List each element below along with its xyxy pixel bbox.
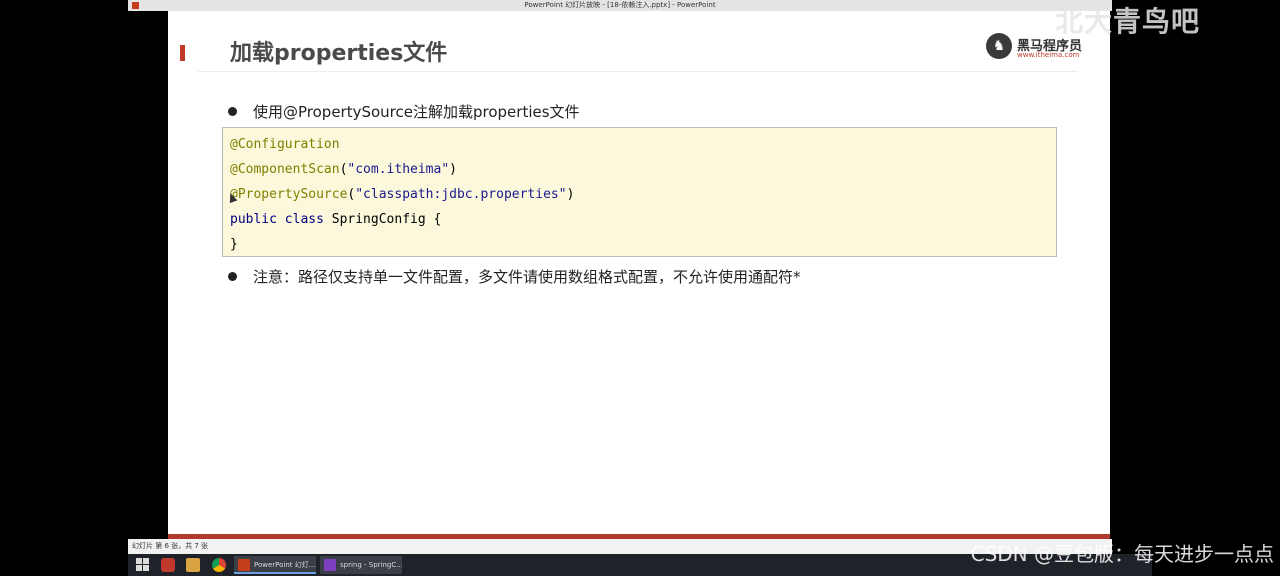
bullet-dot-icon [228, 107, 237, 116]
title-accent-bar [180, 45, 185, 61]
bullet-item: 使用@PropertySource注解加载properties文件 [228, 101, 580, 122]
bullet-text: 使用@PropertySource注解加载properties文件 [253, 103, 580, 121]
bullet-dot-icon [228, 272, 237, 281]
horse-logo-icon: ♞ [986, 33, 1012, 59]
taskbar-item-label: PowerPoint 幻灯... [254, 561, 316, 569]
code-line: public class SpringConfig { [230, 212, 441, 227]
code-line: @PropertySource("classpath:jdbc.properti… [230, 187, 574, 202]
code-text: SpringConfig { [323, 212, 442, 227]
code-paren: ) [566, 187, 575, 202]
slide-title: 加载properties文件 [230, 41, 448, 66]
app-icon[interactable] [161, 558, 175, 572]
window-title: PowerPoint 幻灯片放映 - [18-依赖注入.pptx] - Powe… [524, 1, 716, 9]
code-line: @ComponentScan("com.itheima") [230, 162, 457, 177]
powerpoint-app-icon [132, 2, 139, 9]
code-line: } [230, 237, 238, 252]
code-paren: ) [449, 162, 457, 177]
powerpoint-icon [238, 559, 250, 571]
slide-counter: 幻灯片 第 6 张，共 7 张 [132, 542, 209, 550]
title-divider [198, 71, 1078, 72]
code-string: "classpath:jdbc.properties" [355, 187, 567, 202]
watermark-bottom: CSDN @豆包版：每天进步一点点 [970, 542, 1274, 566]
slide-canvas: 加载properties文件 ♞ 黑马程序员 www.itheima.com 使… [168, 11, 1110, 539]
code-annotation: @ComponentScan [230, 162, 340, 177]
code-string: "com.itheima" [347, 162, 450, 177]
taskbar-item-intellij[interactable]: spring - SpringC... [320, 556, 402, 574]
code-annotation: @PropertySource [230, 187, 348, 202]
taskbar-item-label: spring - SpringC... [340, 561, 402, 569]
code-line: @Configuration [230, 137, 340, 152]
code-annotation: @Configuration [230, 137, 340, 152]
watermark-top: 北大青鸟吧 [1054, 5, 1200, 38]
file-explorer-icon[interactable] [186, 558, 200, 572]
taskbar-item-powerpoint[interactable]: PowerPoint 幻灯... [234, 556, 316, 574]
code-text: } [230, 237, 238, 252]
logo-url: www.itheima.com [1017, 51, 1080, 59]
bullet-text: 注意：路径仅支持单一文件配置，多文件请使用数组格式配置，不允许使用通配符* [253, 268, 801, 286]
windows-start-icon[interactable] [136, 558, 150, 572]
window-titlebar: PowerPoint 幻灯片放映 - [18-依赖注入.pptx] - Powe… [128, 0, 1112, 11]
bullet-item: 注意：路径仅支持单一文件配置，多文件请使用数组格式配置，不允许使用通配符* [228, 266, 801, 287]
status-bar: 幻灯片 第 6 张，共 7 张 [128, 539, 1112, 554]
intellij-icon [324, 559, 336, 571]
chrome-icon[interactable] [212, 558, 226, 572]
code-block: @Configuration @ComponentScan("com.ithei… [222, 127, 1057, 257]
code-keyword: public class [230, 212, 324, 227]
